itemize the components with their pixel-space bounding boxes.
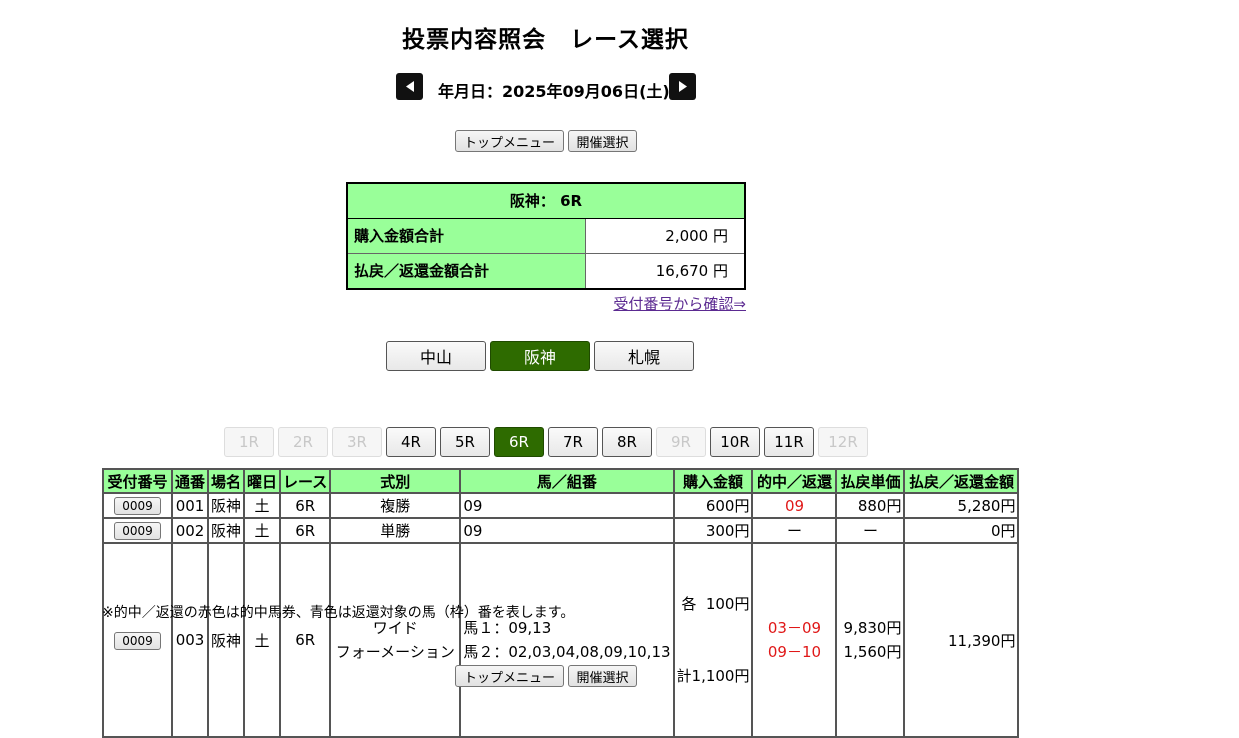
summary-label: 購入金額合計 [348, 219, 586, 253]
horses-line: 馬２：02,03,04,08,09,10,13 [463, 643, 671, 661]
race-cell: 6R [279, 542, 332, 738]
horses-cell: 馬１：09,13 馬２：02,03,04,08,09,10,13 [459, 542, 675, 738]
summary-value: 2,000 円 [665, 227, 728, 245]
horses-cell: 09 [459, 517, 675, 544]
race-button-12r: 12R [818, 427, 868, 457]
triangle-left-icon [405, 81, 414, 92]
table-row: 0009 002 阪神 土 6R 単勝 09 300円 ー ー 0円 [102, 517, 1020, 544]
legend-note: ※的中／返還の赤色は的中馬券、青色は返還対象の馬（枠）番を表します。 [102, 605, 575, 621]
hit-line: 09－10 [767, 643, 822, 661]
payout-cell: 0円 [903, 517, 1020, 544]
unit-price-line: 9,830円 [843, 619, 902, 637]
race-button-10r[interactable]: 10R [710, 427, 760, 457]
hit-cell: 03－09 09－10 [751, 542, 838, 738]
hit-cell: ー [751, 517, 838, 544]
receipt-button[interactable]: 0009 [114, 522, 161, 540]
race-cell: 6R [279, 517, 332, 544]
race-button-9r: 9R [656, 427, 706, 457]
col-header: 払戻／返還金額 [903, 468, 1020, 494]
table-header-row: 受付番号 通番 場名 曜日 レース 式別 馬／組番 購入金額 的中／返還 払戻単… [102, 468, 1020, 494]
venue-button-sapporo[interactable]: 札幌 [594, 341, 694, 371]
venue-button-nakayama[interactable]: 中山 [386, 341, 486, 371]
venue-cell: 阪神 [207, 517, 246, 544]
col-header: 払戻単価 [835, 468, 906, 494]
race-button-6r[interactable]: 6R [494, 427, 544, 457]
confirm-by-receipt-link[interactable]: 受付番号から確認⇒ [613, 293, 746, 314]
amount-line: 各 100円 [681, 595, 750, 613]
venue-button-hanshin[interactable]: 阪神 [490, 341, 590, 371]
prev-date-button[interactable] [396, 73, 423, 100]
col-header: 的中／返還 [751, 468, 838, 494]
summary-table: 阪神： 6R 購入金額合計 2,000 円 払戻／返還金額合計 16,670 円 [346, 182, 746, 290]
table-row: 0009 003 阪神 土 6R ワイド フォーメーション 馬１：09,13 馬… [102, 542, 1020, 738]
race-button-3r: 3R [332, 427, 382, 457]
bet-type-cell: 単勝 [329, 517, 462, 544]
receipt-button[interactable]: 0009 [114, 631, 161, 650]
col-header: 通番 [170, 468, 210, 494]
serial-cell: 001 [170, 492, 210, 519]
col-header: 曜日 [243, 468, 282, 494]
col-header: 式別 [329, 468, 462, 494]
top-menu-button[interactable]: トップメニュー [455, 130, 564, 152]
amount-cell: 300円 [672, 517, 754, 544]
venue-cell: 阪神 [207, 542, 246, 738]
payout-cell: 11,390円 [903, 542, 1020, 738]
bet-type-cell: ワイド フォーメーション [329, 542, 462, 738]
col-header: 場名 [207, 468, 246, 494]
top-menu-button-bottom[interactable]: トップメニュー [455, 665, 564, 687]
col-header: 購入金額 [672, 468, 754, 494]
date-label: 年月日：2025年09月06日(土) [438, 82, 670, 101]
summary-header: 阪神： 6R [348, 184, 744, 219]
hit-cell: 09 [751, 492, 838, 519]
serial-cell: 002 [170, 517, 210, 544]
race-button-5r[interactable]: 5R [440, 427, 490, 457]
col-header: 馬／組番 [459, 468, 675, 494]
day-cell: 土 [243, 517, 282, 544]
receipt-button[interactable]: 0009 [114, 497, 161, 515]
race-button-2r: 2R [278, 427, 328, 457]
unit-price-cell: 9,830円 1,560円 [835, 542, 906, 738]
race-cell: 6R [279, 492, 332, 519]
summary-row-payout: 払戻／返還金額合計 16,670 円 [348, 253, 744, 288]
day-cell: 土 [243, 492, 282, 519]
race-button-1r: 1R [224, 427, 274, 457]
race-button-8r[interactable]: 8R [602, 427, 652, 457]
venue-cell: 阪神 [207, 492, 246, 519]
amount-line: 計1,100円 [676, 667, 750, 685]
race-button-11r[interactable]: 11R [764, 427, 814, 457]
page-title: 投票内容照会 レース選択 [402, 27, 689, 53]
unit-price-cell: ー [835, 517, 906, 544]
col-header: 受付番号 [102, 468, 173, 494]
serial-cell: 003 [170, 542, 210, 738]
day-cell: 土 [243, 542, 282, 738]
bet-type-line: フォーメーション [335, 643, 455, 661]
race-button-4r[interactable]: 4R [386, 427, 436, 457]
col-header: レース [279, 468, 332, 494]
meeting-select-button-bottom[interactable]: 開催選択 [568, 665, 637, 687]
horses-cell: 09 [459, 492, 675, 519]
payout-cell: 5,280円 [903, 492, 1020, 519]
unit-price-cell: 880円 [835, 492, 906, 519]
summary-row-purchase: 購入金額合計 2,000 円 [348, 219, 744, 253]
triangle-right-icon [678, 81, 687, 92]
unit-price-line: 1,560円 [843, 643, 902, 661]
race-button-7r[interactable]: 7R [548, 427, 598, 457]
summary-label: 払戻／返還金額合計 [348, 254, 586, 288]
amount-cell: 600円 [672, 492, 754, 519]
summary-value: 16,670 円 [655, 262, 728, 280]
amount-cell: 各 100円 計1,100円 [672, 542, 754, 738]
table-row: 0009 001 阪神 土 6R 複勝 09 600円 09 880円 5,28… [102, 492, 1020, 519]
meeting-select-button[interactable]: 開催選択 [568, 130, 637, 152]
bet-type-cell: 複勝 [329, 492, 462, 519]
next-date-button[interactable] [669, 73, 696, 100]
hit-line: 03－09 [767, 619, 822, 637]
